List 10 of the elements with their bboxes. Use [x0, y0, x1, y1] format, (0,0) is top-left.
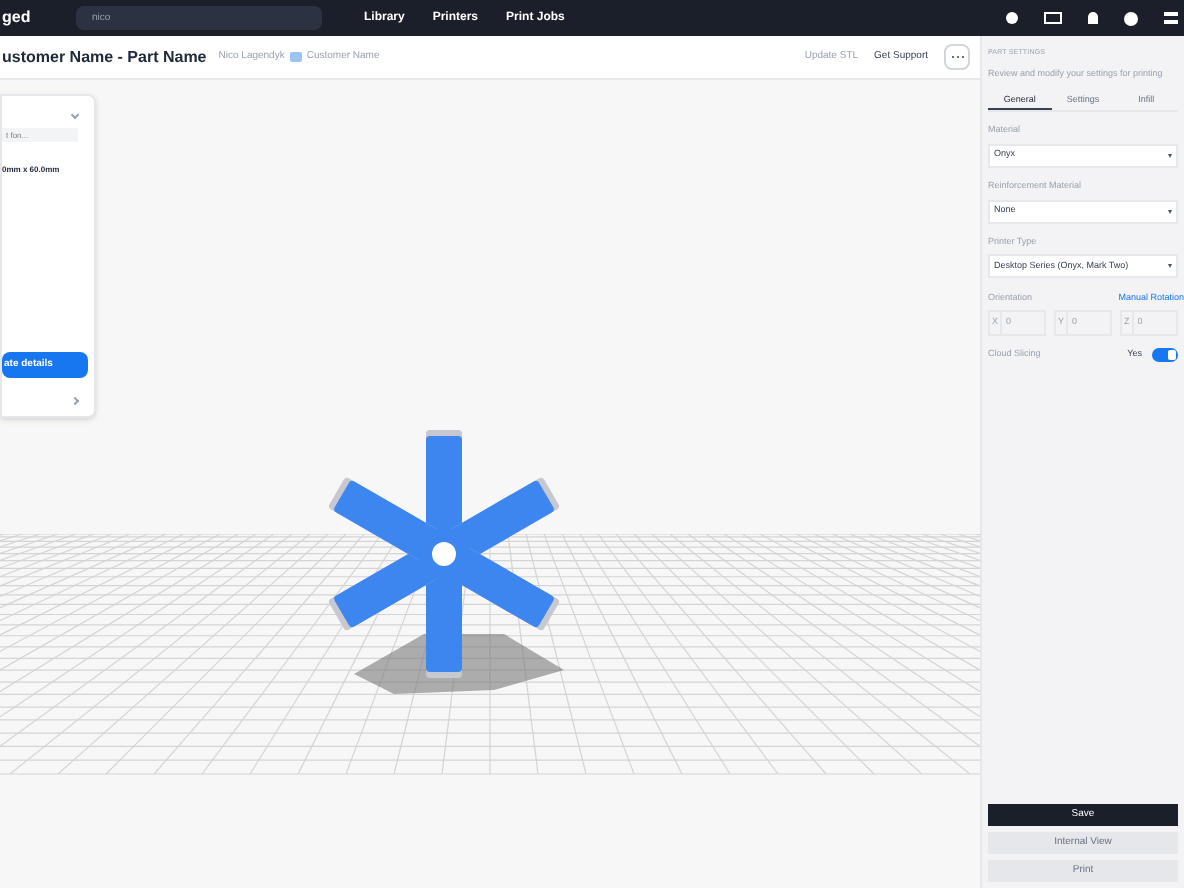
- dropdown-caret-icon: [1168, 153, 1172, 158]
- dropdown-caret-icon: [1168, 264, 1172, 269]
- part-title: ustomer Name - Part Name: [2, 45, 207, 69]
- expand-chevron-icon[interactable]: [70, 396, 80, 406]
- collapse-chevron-icon[interactable]: [70, 110, 80, 120]
- logo-text: ged: [2, 6, 33, 30]
- menu-icon[interactable]: [1164, 12, 1178, 24]
- folder-icon: [290, 52, 303, 62]
- cloud-slicing-toggle[interactable]: [1152, 348, 1178, 362]
- dropdown-caret-icon: [1168, 209, 1172, 213]
